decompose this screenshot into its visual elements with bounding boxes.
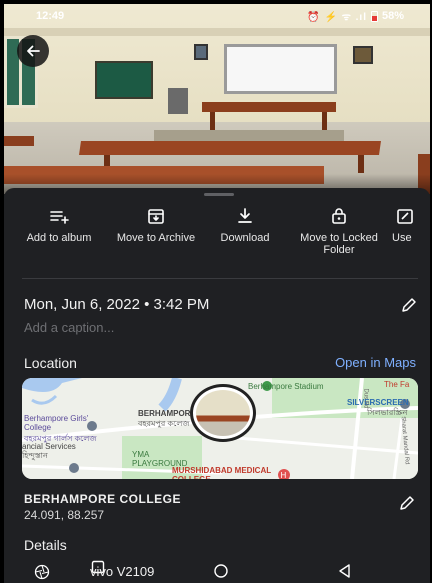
archive-icon [148, 209, 164, 224]
photo-datetime: Mon, Jun 6, 2022 • 3:42 PM [24, 296, 210, 313]
add-to-album-icon [50, 211, 69, 224]
map-label-financial: ancial Services [22, 442, 76, 451]
home-circle-icon [214, 564, 228, 578]
download-icon [238, 208, 252, 223]
photo-bench [79, 141, 381, 155]
device-brand-watermark: vivo V2109 [90, 564, 155, 579]
photo-beam [4, 28, 430, 36]
system-back-button[interactable] [337, 563, 353, 583]
photo-preview[interactable] [4, 4, 430, 194]
map-label-financial-local: হিন্দুস্তান [22, 451, 48, 460]
pencil-icon [402, 298, 416, 312]
home-button[interactable] [213, 563, 229, 583]
add-to-album-button[interactable]: Add to album [14, 204, 104, 244]
action-row: Add to album Move to Archive Download Mo… [4, 204, 430, 274]
map-label-college-local: বহরমপুর কলেজ [138, 419, 190, 428]
use-as-icon [397, 209, 413, 224]
map-label-road: Dus Rd [362, 388, 369, 409]
photo-info-screen: 12:49 ⏰ ⚡ ᯤ .ıl 58% Add to album Move to… [4, 4, 430, 583]
triangle-back-icon [339, 564, 350, 578]
details-heading: Details [24, 537, 67, 553]
photo-frame [194, 44, 208, 60]
use-as-button[interactable]: Use [384, 204, 430, 244]
move-to-archive-button[interactable]: Move to Archive [111, 204, 201, 244]
place-coordinates: 24.091, 88.257 [24, 508, 105, 522]
info-sheet: Add to album Move to Archive Download Mo… [4, 188, 430, 583]
map-label-medical: MURSHIDABAD MEDICAL COLLEGE... [172, 466, 271, 479]
date-row[interactable]: Mon, Jun 6, 2022 • 3:42 PM [24, 296, 418, 318]
edit-datetime-button[interactable] [400, 296, 418, 319]
status-icons: ⏰ ⚡ ᯤ .ıl [307, 12, 367, 23]
map-photo-pin[interactable] [190, 384, 256, 442]
open-in-maps-link[interactable]: Open in Maps [335, 355, 416, 370]
caption-input[interactable]: Add a caption... [24, 320, 114, 335]
action-label: Download [220, 232, 270, 244]
battery-icon [370, 10, 378, 22]
back-button[interactable] [17, 35, 49, 67]
drag-handle[interactable] [204, 193, 234, 196]
action-label: Use [392, 232, 412, 244]
arrow-left-icon [27, 45, 40, 57]
edit-location-button[interactable] [398, 494, 416, 517]
map-label-the-fa: The Fa [384, 380, 410, 389]
pencil-icon [400, 496, 414, 510]
status-time: 12:49 [36, 10, 65, 22]
action-label: Add to album [26, 232, 92, 244]
map-label-silverscreen: SILVERSCREEN [347, 398, 409, 407]
photo-electric-box [168, 88, 188, 114]
action-label: Move to Archive [116, 232, 196, 244]
battery-percent: 58% [381, 10, 404, 22]
download-button[interactable]: Download [200, 204, 290, 244]
status-right: ⏰ ⚡ ᯤ .ıl 58% [307, 9, 404, 23]
divider [22, 278, 418, 279]
photo-whiteboard [224, 44, 337, 94]
action-label: Move to Locked Folder [300, 232, 378, 256]
photo-greenboard [95, 61, 153, 99]
camera-shutter-icon [34, 564, 50, 583]
locked-folder-icon [332, 208, 346, 224]
move-to-locked-folder-button[interactable]: Move to Locked Folder [294, 204, 384, 256]
status-bar: 12:49 ⏰ ⚡ ᯤ .ıl 58% [4, 4, 430, 28]
photo-frame [353, 46, 373, 64]
photo-bench [4, 136, 34, 146]
place-name: BERHAMPORE COLLEGE [24, 492, 182, 506]
location-map[interactable]: H Berhampore Stadium BERHAMPORE COLLEGE … [22, 378, 418, 479]
map-label-stadium: Berhampore Stadium [248, 382, 324, 391]
location-heading: Location [24, 355, 77, 371]
photo-teacher-desk [202, 102, 336, 112]
map-label-girls-college: Berhampore Girls' College [24, 414, 89, 432]
system-nav-bar: vivo V2109 [4, 559, 430, 583]
